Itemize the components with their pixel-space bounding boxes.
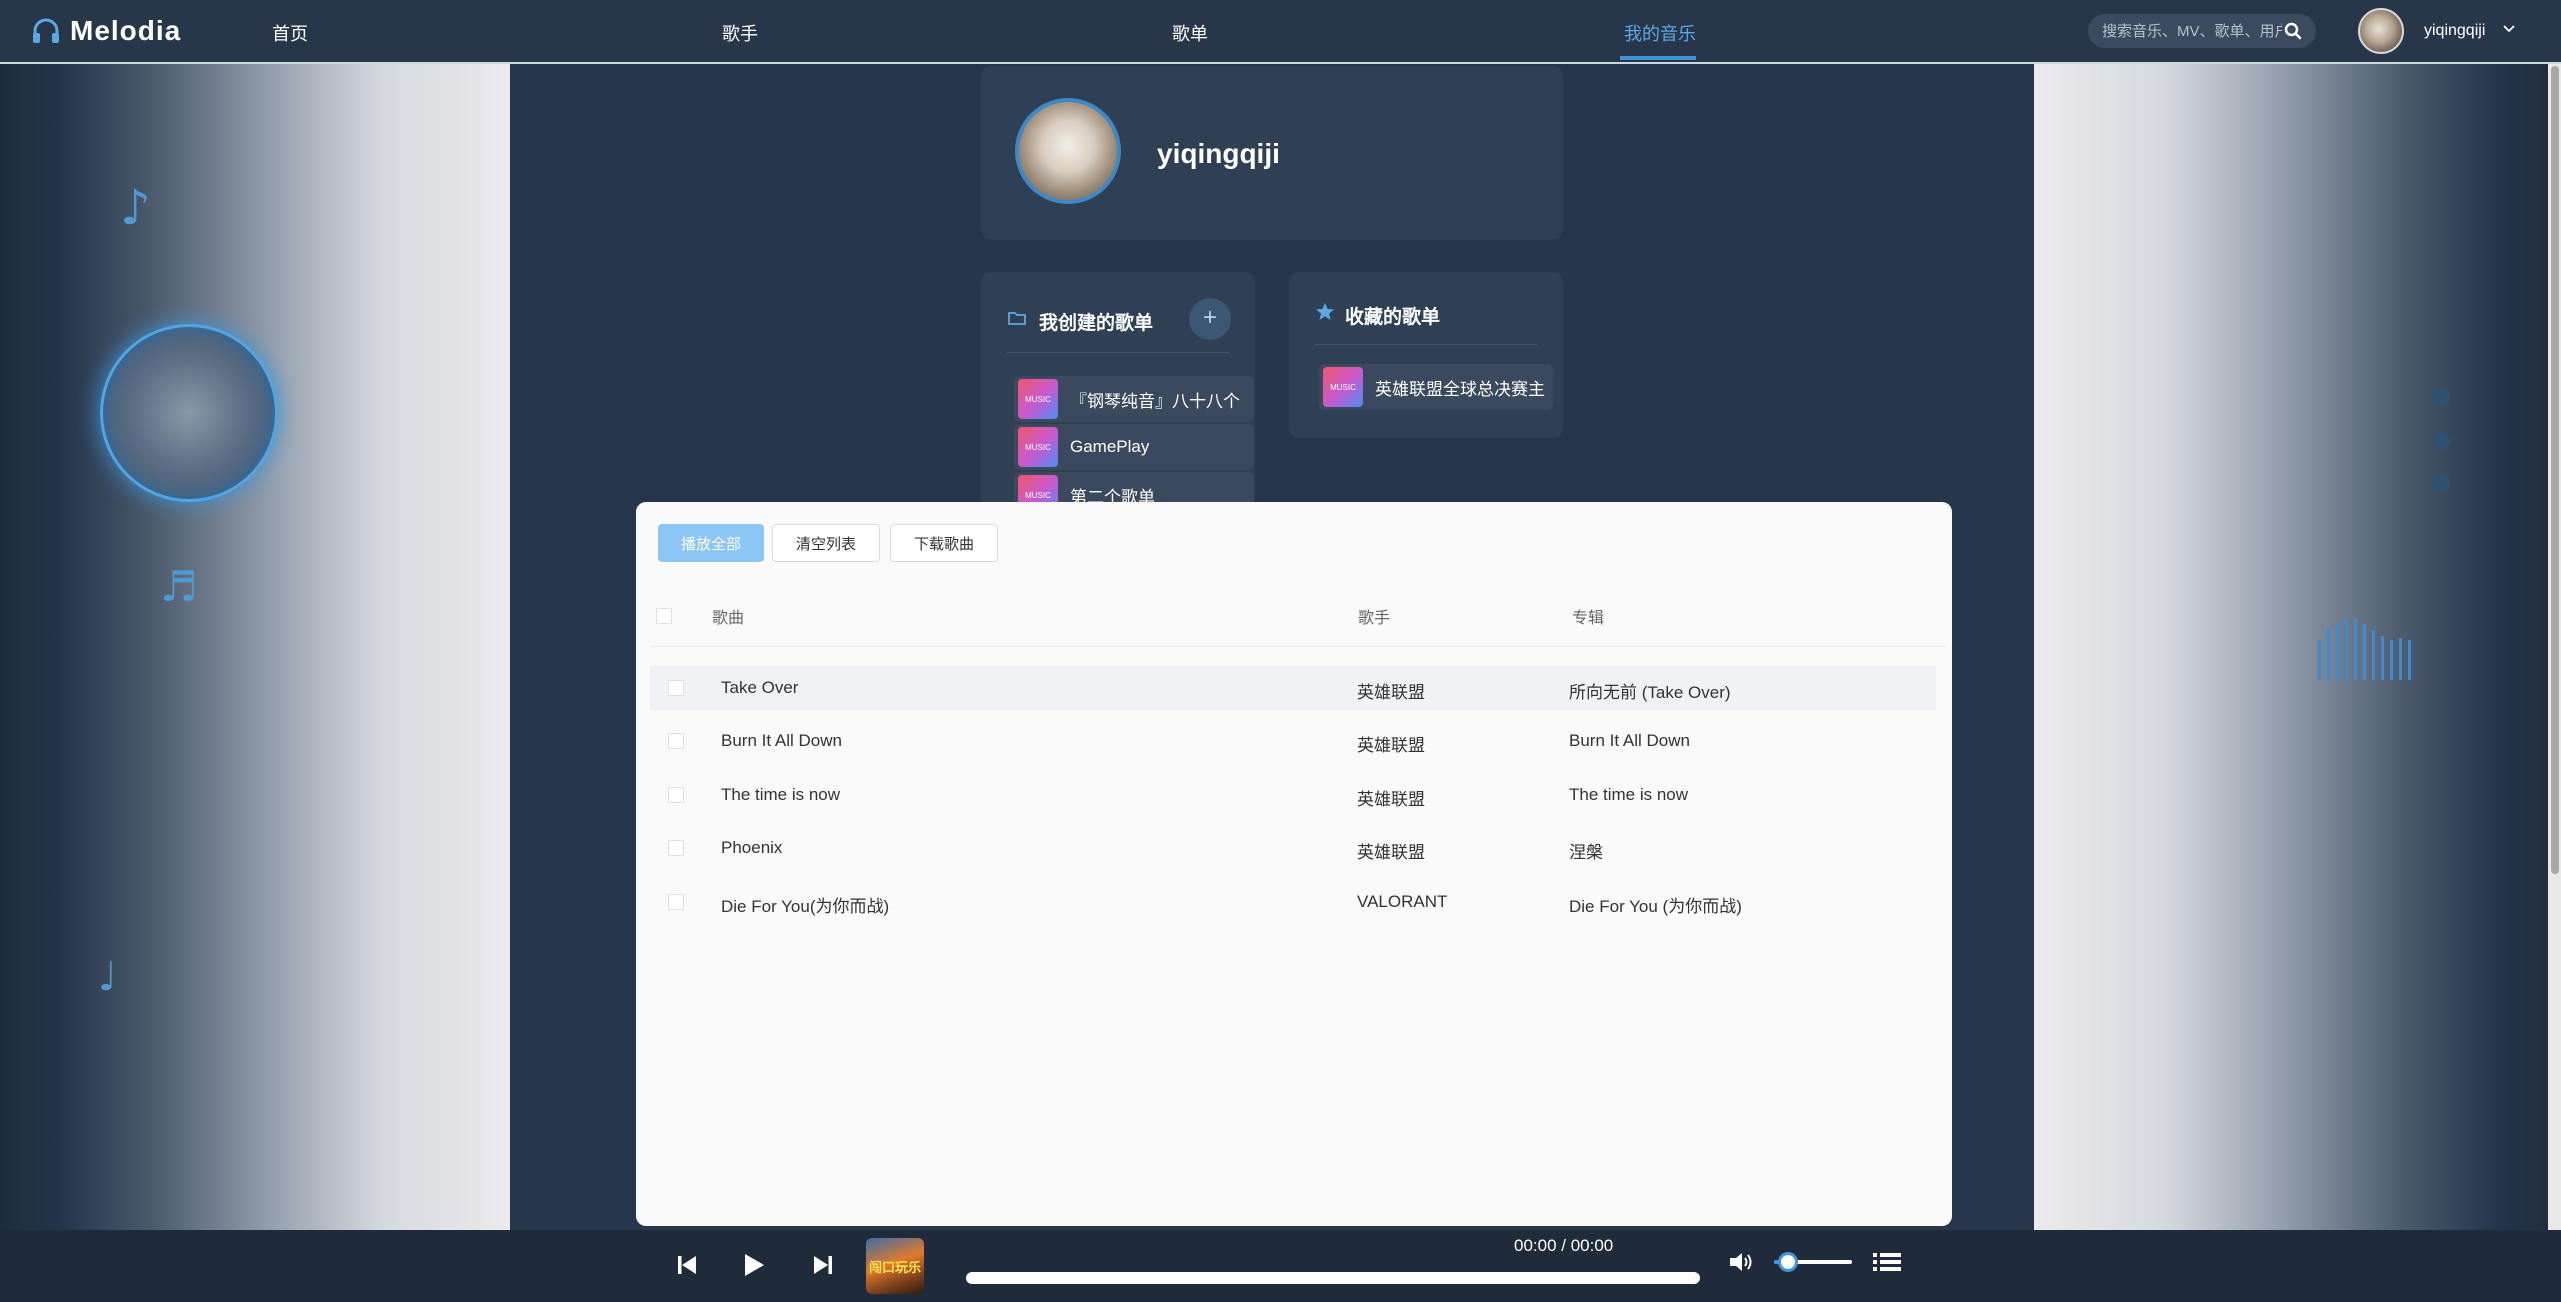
search-bar xyxy=(2088,14,2316,48)
app-logo[interactable]: Melodia xyxy=(30,14,181,48)
profile-name: yiqingqiji xyxy=(1157,138,1280,169)
volume-slider-handle[interactable] xyxy=(1778,1252,1798,1272)
download-songs-button[interactable]: 下载歌曲 xyxy=(890,524,998,562)
headphones-icon xyxy=(33,18,59,43)
album-cover[interactable]: 闯口玩乐 xyxy=(866,1238,924,1294)
nav-active-indicator xyxy=(1620,56,1696,60)
progress-bar[interactable] xyxy=(966,1272,1700,1284)
table-row[interactable]: The time is now 英雄联盟 The time is now xyxy=(650,773,1936,817)
star-icon xyxy=(1316,303,1334,320)
row-checkbox[interactable] xyxy=(668,733,684,749)
divider xyxy=(1007,352,1229,353)
select-all-checkbox[interactable] xyxy=(656,608,672,624)
folder-icon xyxy=(1008,312,1026,325)
song-title: Take Over xyxy=(721,678,799,697)
playlist-icon[interactable] xyxy=(1872,1250,1902,1274)
playlist-item[interactable]: MUSIC 『钢琴纯音』八十八个 xyxy=(1014,376,1254,422)
table-row[interactable]: Die For You(为你而战) VALORANT Die For You (… xyxy=(650,880,1936,924)
song-list-panel: 播放全部 清空列表 下载歌曲 歌曲 歌手 专辑 Take Over 英雄联盟 所… xyxy=(636,502,1952,1226)
play-all-button[interactable]: 播放全部 xyxy=(658,524,764,562)
table-row[interactable]: Phoenix 英雄联盟 涅槃 xyxy=(650,826,1936,870)
song-album[interactable]: The time is now xyxy=(1569,785,1688,805)
column-header-artist: 歌手 xyxy=(1358,610,1391,627)
add-playlist-button[interactable]: + xyxy=(1189,298,1231,340)
player-bar: 闯口玩乐 00:00 / 00:00 xyxy=(0,1230,2561,1302)
row-checkbox[interactable] xyxy=(668,787,684,803)
song-artist[interactable]: 英雄联盟 xyxy=(1357,731,1425,756)
column-header-song: 歌曲 xyxy=(712,610,745,627)
volume-icon[interactable] xyxy=(1728,1250,1756,1274)
decoration-dot xyxy=(2432,388,2450,406)
song-title: The time is now xyxy=(721,785,841,804)
song-album[interactable]: 涅槃 xyxy=(1569,838,1603,863)
song-artist[interactable]: 英雄联盟 xyxy=(1357,785,1425,810)
song-title: Die For You(为你而战) xyxy=(721,897,890,916)
profile-card: yiqingqiji xyxy=(981,66,1563,240)
row-checkbox[interactable] xyxy=(668,840,684,856)
nav-item-playlists[interactable]: 歌单 xyxy=(1172,20,1208,46)
row-checkbox[interactable] xyxy=(668,680,684,696)
user-name[interactable]: yiqingqiji xyxy=(2424,22,2485,40)
divider xyxy=(1315,344,1537,345)
playlist-item[interactable]: MUSIC GamePlay xyxy=(1014,424,1254,470)
nav-item-home[interactable]: 首页 xyxy=(272,20,308,46)
favorite-playlists-title: 收藏的歌单 xyxy=(1345,307,1441,328)
scrollbar-thumb[interactable] xyxy=(2551,66,2559,874)
song-title: Burn It All Down xyxy=(721,731,842,750)
table-row[interactable]: Take Over 英雄联盟 所向无前 (Take Over) xyxy=(650,666,1936,710)
equalizer-decoration xyxy=(2318,618,2428,680)
music-note-icon: ♬ xyxy=(160,562,198,611)
search-input[interactable] xyxy=(2102,22,2282,40)
song-artist[interactable]: 英雄联盟 xyxy=(1357,838,1425,863)
nav-item-my-music[interactable]: 我的音乐 xyxy=(1624,20,1696,46)
song-album[interactable]: Burn It All Down xyxy=(1569,731,1690,751)
top-navigation: Melodia 首页 歌手 歌单 我的音乐 yiqingqiji xyxy=(0,0,2561,64)
song-artist[interactable]: 英雄联盟 xyxy=(1357,678,1425,703)
playlist-name: 『钢琴纯音』八十八个 xyxy=(1070,391,1240,411)
playlist-cover: MUSIC xyxy=(1018,379,1058,419)
background-right-panel xyxy=(2034,64,2561,1230)
background-left-panel xyxy=(0,64,510,1230)
decoration-dot xyxy=(2432,474,2450,492)
song-artist[interactable]: VALORANT xyxy=(1357,892,1447,912)
playback-time: 00:00 / 00:00 xyxy=(1514,1236,1614,1255)
app-name: Melodia xyxy=(70,15,182,46)
glow-disc-decoration xyxy=(100,324,278,502)
song-title: Phoenix xyxy=(721,838,783,857)
row-checkbox[interactable] xyxy=(668,894,684,910)
song-album[interactable]: Die For You (为你而战) xyxy=(1569,892,1742,917)
music-note-icon: ♪ xyxy=(120,180,151,236)
table-row[interactable]: Burn It All Down 英雄联盟 Burn It All Down xyxy=(650,719,1936,763)
play-icon[interactable] xyxy=(742,1252,766,1278)
chevron-down-icon[interactable] xyxy=(2502,22,2516,36)
clear-list-button[interactable]: 清空列表 xyxy=(772,524,880,562)
profile-avatar xyxy=(1015,98,1121,204)
created-playlists-title: 我创建的歌单 xyxy=(1039,313,1154,334)
table-header-divider xyxy=(650,646,1946,647)
prev-icon[interactable] xyxy=(676,1254,698,1276)
next-icon[interactable] xyxy=(812,1254,834,1276)
playlist-item[interactable]: MUSIC 英雄联盟全球总决赛主 xyxy=(1319,364,1553,410)
music-note-icon: ♩ xyxy=(98,954,117,1000)
playlist-name: 英雄联盟全球总决赛主 xyxy=(1375,379,1545,399)
playlist-cover: MUSIC xyxy=(1323,367,1363,407)
search-icon[interactable] xyxy=(2284,22,2302,40)
song-album[interactable]: 所向无前 (Take Over) xyxy=(1569,678,1731,703)
decoration-dot xyxy=(2432,432,2450,450)
column-header-album: 专辑 xyxy=(1572,610,1605,627)
avatar[interactable] xyxy=(2358,8,2404,54)
nav-item-artists[interactable]: 歌手 xyxy=(722,20,758,46)
playlist-cover: MUSIC xyxy=(1018,427,1058,467)
favorite-playlists-card: 收藏的歌单 MUSIC 英雄联盟全球总决赛主 xyxy=(1289,272,1563,438)
playlist-name: GamePlay xyxy=(1070,437,1150,456)
created-playlists-card: 我创建的歌单 + MUSIC 『钢琴纯音』八十八个 MUSIC GamePlay… xyxy=(981,272,1255,508)
